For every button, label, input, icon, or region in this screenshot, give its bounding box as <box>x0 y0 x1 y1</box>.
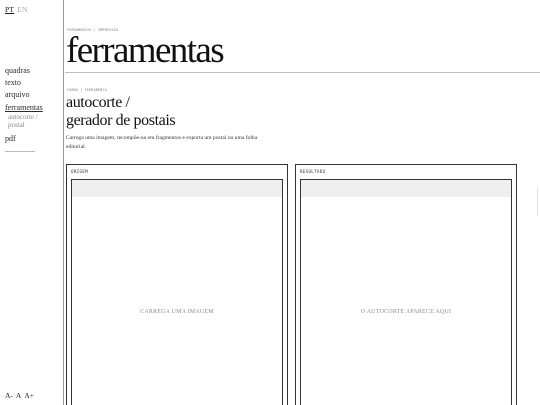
origin-dropzone[interactable]: CARREGA UMA IMAGEM <box>71 179 283 405</box>
sidebar: PT EN quadras texto arquivo ferramentas a… <box>0 0 64 405</box>
upload-hint: CARREGA UMA IMAGEM <box>140 309 214 315</box>
nav-item-arquivo[interactable]: arquivo <box>5 89 59 101</box>
tool-title-line-1: autocorte / <box>66 94 130 111</box>
page-title: ferramentas <box>66 30 225 71</box>
nav-subitem-postal[interactable]: postal <box>5 121 59 129</box>
result-preview: O AUTOCORTE APARECE AQUI <box>300 179 512 405</box>
result-toolbar <box>301 180 511 197</box>
font-decrease-button[interactable]: A- <box>5 391 13 400</box>
tool-description: Carrega uma imagem, recompõe-na em fragm… <box>66 135 258 150</box>
language-switcher: PT EN <box>5 5 28 14</box>
origin-toolbar <box>72 180 282 197</box>
result-panel: RESULTADO O AUTOCORTE APARECE AQUI <box>295 164 517 405</box>
title-divider <box>65 72 540 73</box>
origin-panel-label: ORIGEM <box>71 169 88 174</box>
nav-item-ferramentas[interactable]: ferramentas <box>5 102 59 114</box>
font-size-controls: A- A A+ <box>5 391 37 400</box>
result-hint: O AUTOCORTE APARECE AQUI <box>360 309 452 315</box>
tool-title: autocorte / gerador de postais <box>66 94 176 129</box>
result-panel-label: RESULTADO <box>300 169 326 174</box>
tool-title-line-2: gerador de postais <box>66 111 176 129</box>
lang-pt-link[interactable]: PT <box>5 5 14 14</box>
font-increase-button[interactable]: A+ <box>24 391 34 400</box>
section-breadcrumb: FORMA / FERRAMENTA <box>67 88 107 92</box>
main-nav: quadras texto arquivo ferramentas autoco… <box>5 65 59 152</box>
nav-item-texto[interactable]: texto <box>5 77 59 89</box>
scrollbar-thumb[interactable] <box>537 188 538 216</box>
nav-divider <box>5 150 35 152</box>
lang-en-link[interactable]: EN <box>17 5 27 14</box>
nav-item-quadras[interactable]: quadras <box>5 65 59 77</box>
font-reset-button[interactable]: A <box>16 391 21 400</box>
origin-panel: ORIGEM CARREGA UMA IMAGEM <box>66 164 288 405</box>
nav-item-pdf[interactable]: pdf <box>5 133 59 145</box>
